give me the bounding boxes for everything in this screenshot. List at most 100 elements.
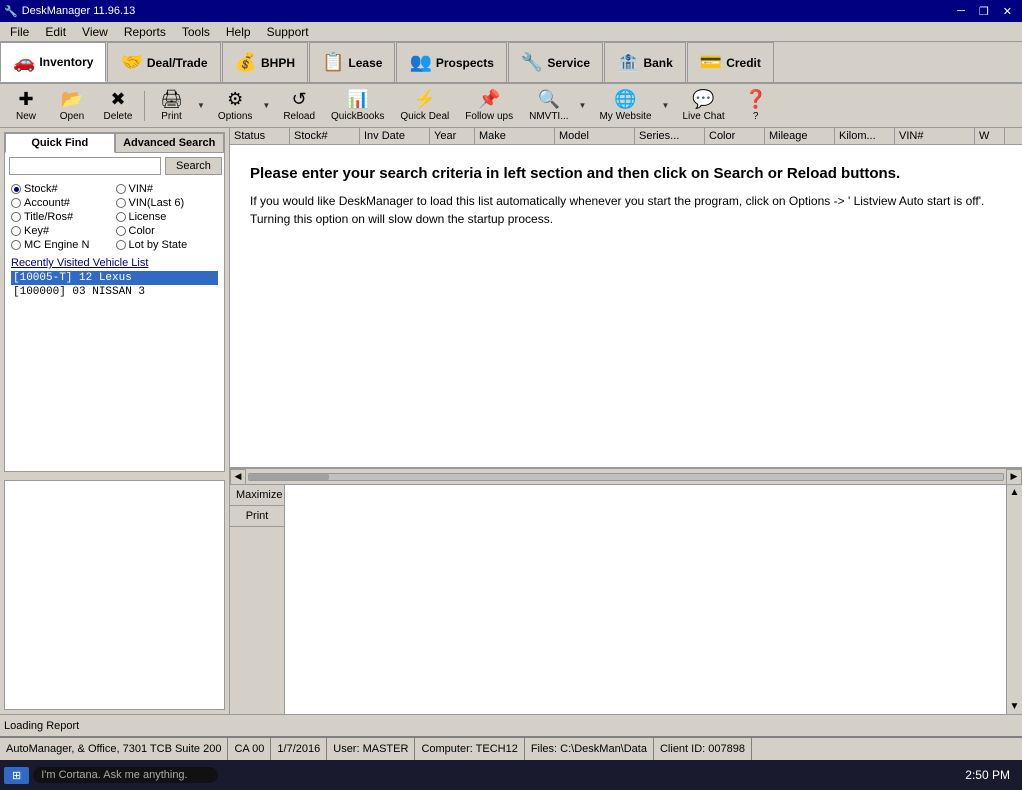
search-button[interactable]: Search xyxy=(165,157,222,175)
tab-label-bhph: BHPH xyxy=(261,56,295,70)
radio-account[interactable]: Account# xyxy=(11,197,114,209)
menu-item-help[interactable]: Help xyxy=(218,23,259,41)
follow-ups-button[interactable]: 📌Follow ups xyxy=(458,87,520,125)
scroll-left-arrow[interactable]: ◀ xyxy=(230,469,246,485)
menu-item-file[interactable]: File xyxy=(2,23,37,41)
nav-tab-service[interactable]: 🔧Service xyxy=(508,42,603,82)
radio-label-vin: VIN# xyxy=(129,183,153,195)
report-scroll-right[interactable]: ▲ ▼ xyxy=(1006,485,1022,714)
date-info: 1/7/2016 xyxy=(271,738,327,760)
main-content: Quick Find Advanced Search Search Stock#… xyxy=(0,128,1022,714)
nav-tab-prospects[interactable]: 👥Prospects xyxy=(396,42,506,82)
menu-bar: FileEditViewReportsToolsHelpSupport xyxy=(0,22,1022,42)
help-button[interactable]: ❓? xyxy=(734,87,778,125)
radio-lot-by-state[interactable]: Lot by State xyxy=(116,239,219,251)
close-button[interactable]: ✕ xyxy=(997,5,1018,18)
col-header-stock[interactable]: Stock# xyxy=(290,128,360,144)
options-button[interactable]: ⚙Options xyxy=(211,87,258,125)
restore-button[interactable]: ❐ xyxy=(973,5,995,18)
col-header-series[interactable]: Series... xyxy=(635,128,705,144)
nav-tab-bhph[interactable]: 💰BHPH xyxy=(222,42,308,82)
col-header-w[interactable]: W xyxy=(975,128,1005,144)
help-icon: ❓ xyxy=(744,89,766,110)
col-header-model[interactable]: Model xyxy=(555,128,635,144)
quick-find-panel: Quick Find Advanced Search Search Stock#… xyxy=(4,132,225,472)
left-panel: Quick Find Advanced Search Search Stock#… xyxy=(0,128,230,714)
open-button[interactable]: 📂Open xyxy=(50,87,94,125)
taskbar-left: ⊞ I'm Cortana. Ask me anything. xyxy=(4,767,218,784)
my-website-dropdown-arrow[interactable]: ▼ xyxy=(658,87,674,125)
quickbooks-button[interactable]: 📊QuickBooks xyxy=(324,87,391,125)
radio-label-mc-engine: MC Engine N xyxy=(24,239,89,251)
taskbar-search[interactable]: I'm Cortana. Ask me anything. xyxy=(33,767,217,783)
col-header-status[interactable]: Status xyxy=(230,128,290,144)
radio-color[interactable]: Color xyxy=(116,225,219,237)
delete-button[interactable]: ✖Delete xyxy=(96,87,140,125)
start-button[interactable]: ⊞ xyxy=(4,767,29,784)
my-website-button[interactable]: 🌐My Website xyxy=(592,87,657,125)
recently-visited-label[interactable]: Recently Visited Vehicle List xyxy=(11,257,218,269)
new-button[interactable]: ✚New xyxy=(4,87,48,125)
print-report-button[interactable]: Print xyxy=(230,506,284,527)
col-header-mileage[interactable]: Mileage xyxy=(765,128,835,144)
scroll-thumb[interactable] xyxy=(249,474,329,480)
nav-tab-bank[interactable]: 🏦Bank xyxy=(604,42,686,82)
nav-tab-credit[interactable]: 💳Credit xyxy=(687,42,774,82)
radio-license[interactable]: License xyxy=(116,211,219,223)
col-header-kilom[interactable]: Kilom... xyxy=(835,128,895,144)
toolbar-group-nmvtis: 🔍NMVTI...▼ xyxy=(522,87,590,125)
col-header-year[interactable]: Year xyxy=(430,128,475,144)
menu-item-support[interactable]: Support xyxy=(259,23,317,41)
right-panel: StatusStock#Inv DateYearMakeModelSeries.… xyxy=(230,128,1022,714)
minimize-button[interactable]: ─ xyxy=(951,5,971,18)
radio-vin[interactable]: VIN# xyxy=(116,183,219,195)
options-dropdown-arrow[interactable]: ▼ xyxy=(258,87,274,125)
nav-tab-lease[interactable]: 📋Lease xyxy=(309,42,395,82)
print-dropdown-arrow[interactable]: ▼ xyxy=(193,87,209,125)
col-header-vin[interactable]: VIN# xyxy=(895,128,975,144)
reload-button[interactable]: ↺Reload xyxy=(276,87,322,125)
radio-vin-last6[interactable]: VIN(Last 6) xyxy=(116,197,219,209)
new-icon: ✚ xyxy=(18,89,33,110)
help-label: ? xyxy=(753,111,759,122)
col-header-inv-date[interactable]: Inv Date xyxy=(360,128,430,144)
radio-dot-vin xyxy=(116,184,126,194)
horizontal-scrollbar[interactable]: ◀ ▶ xyxy=(230,468,1022,484)
menu-item-tools[interactable]: Tools xyxy=(174,23,218,41)
tab-icon-deal-trade: 🤝 xyxy=(120,52,142,73)
radio-key[interactable]: Key# xyxy=(11,225,114,237)
col-header-make[interactable]: Make xyxy=(475,128,555,144)
search-input[interactable] xyxy=(9,157,161,175)
report-scroll-down[interactable]: ▼ xyxy=(1008,699,1022,714)
radio-stock[interactable]: Stock# xyxy=(11,183,114,195)
quick-find-tab[interactable]: Quick Find xyxy=(5,133,115,153)
radio-mc-engine[interactable]: MC Engine N xyxy=(11,239,114,251)
radio-title-ros[interactable]: Title/Ros# xyxy=(11,211,114,223)
nmvtis-dropdown-arrow[interactable]: ▼ xyxy=(575,87,591,125)
menu-item-edit[interactable]: Edit xyxy=(37,23,74,41)
print-button[interactable]: 🖨Print xyxy=(149,87,193,125)
quickbooks-icon: 📊 xyxy=(346,89,368,110)
nmvtis-button[interactable]: 🔍NMVTI... xyxy=(522,87,574,125)
quick-deal-button[interactable]: ⚡Quick Deal xyxy=(393,87,456,125)
radio-dot-title-ros xyxy=(11,212,21,222)
tab-icon-lease: 📋 xyxy=(322,52,344,73)
scroll-right-arrow[interactable]: ▶ xyxy=(1006,469,1022,485)
maximize-button[interactable]: Maximize xyxy=(230,485,284,506)
reload-label: Reload xyxy=(283,111,315,122)
nav-tab-inventory[interactable]: 🚗Inventory xyxy=(0,42,106,82)
report-scroll-up[interactable]: ▲ xyxy=(1008,485,1022,500)
rv-item-100000[interactable]: [100000] 03 NISSAN 3 xyxy=(11,285,218,299)
nav-tab-deal-trade[interactable]: 🤝Deal/Trade xyxy=(107,42,220,82)
search-message-area: Please enter your search criteria in lef… xyxy=(230,145,1022,468)
menu-item-view[interactable]: View xyxy=(74,23,116,41)
scroll-track[interactable] xyxy=(248,473,1004,481)
col-header-color[interactable]: Color xyxy=(705,128,765,144)
open-icon: 📂 xyxy=(61,89,83,110)
rv-item-10005-T[interactable]: [10005-T] 12 Lexus xyxy=(11,271,218,285)
radio-dot-license xyxy=(116,212,126,222)
live-chat-button[interactable]: 💬Live Chat xyxy=(675,87,731,125)
menu-item-reports[interactable]: Reports xyxy=(116,23,174,41)
advanced-search-tab[interactable]: Advanced Search xyxy=(115,133,225,153)
toolbar-group-print: 🖨Print▼ xyxy=(149,87,209,125)
